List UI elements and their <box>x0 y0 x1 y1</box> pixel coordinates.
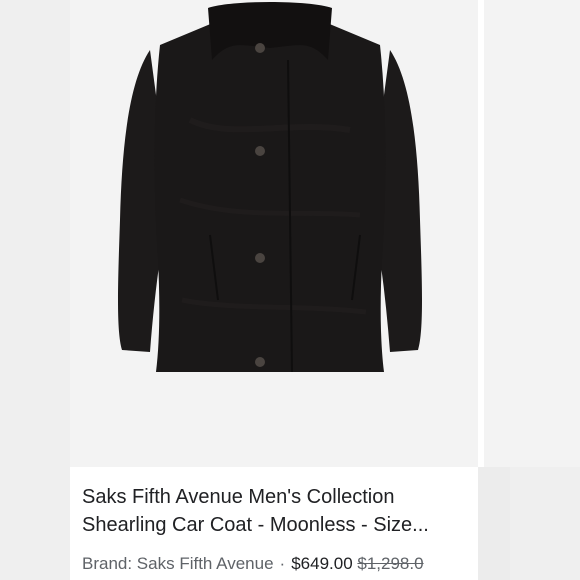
meta-separator: · <box>279 554 286 573</box>
coat-button <box>255 146 265 156</box>
coat-illustration <box>118 2 422 373</box>
product-title-line-1: Saks Fifth Avenue Men's Collection <box>82 486 395 508</box>
coat-button <box>255 253 265 263</box>
sale-price: $649.00 <box>291 554 353 573</box>
product-card[interactable]: Saks Fifth Avenue Men's Collection Shear… <box>70 0 478 580</box>
next-card-info-edge <box>510 467 580 580</box>
coat-button <box>255 357 265 367</box>
coat-body <box>154 20 386 372</box>
previous-card-edge <box>0 0 70 580</box>
next-card-edge[interactable] <box>484 0 580 467</box>
coat-button <box>255 43 265 53</box>
product-info[interactable]: Saks Fifth Avenue Men's Collection Shear… <box>70 467 478 580</box>
product-image[interactable] <box>70 0 478 467</box>
shopping-results-view: Saks Fifth Avenue Men's Collection Shear… <box>0 0 580 580</box>
original-price: $1,298.0 <box>357 554 424 573</box>
product-title[interactable]: Saks Fifth Avenue Men's Collection Shear… <box>82 483 478 539</box>
product-meta: Brand: Saks Fifth Avenue · $649.00 $1,298.… <box>82 554 424 574</box>
brand-label: Brand: Saks Fifth Avenue <box>82 554 274 573</box>
product-title-line-2: Shearling Car Coat - Moonless - Size... <box>82 514 429 536</box>
